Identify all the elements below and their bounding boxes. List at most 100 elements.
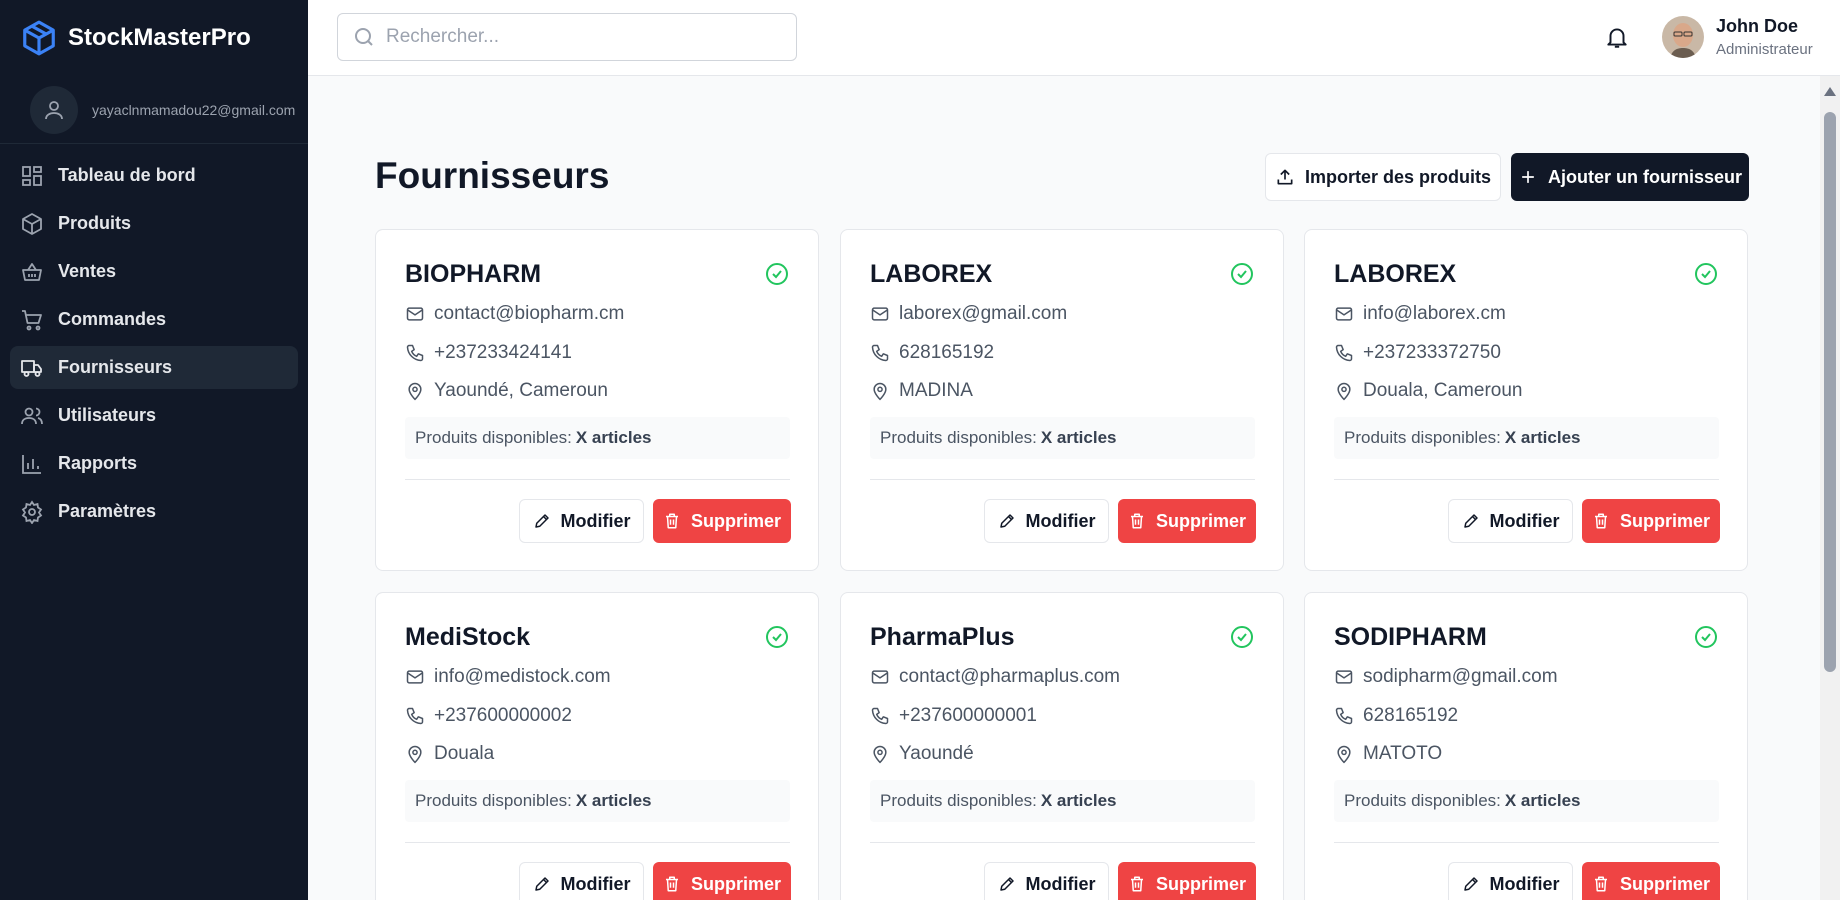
sidebar-item-products[interactable]: Produits [10,202,298,245]
delete-button[interactable]: Supprimer [653,499,791,543]
divider [1334,842,1719,843]
search-box[interactable] [337,13,797,61]
delete-label: Supprimer [690,510,782,531]
divider [870,842,1255,843]
add-supplier-button[interactable]: Ajouter un fournisseur [1511,153,1749,201]
delete-button[interactable]: Supprimer [653,862,791,900]
import-products-button[interactable]: Importer des produits [1265,153,1501,201]
basket-icon [22,262,42,281]
edit-button[interactable]: Modifier [1448,499,1573,543]
delete-label: Supprimer [1155,873,1247,894]
delete-button[interactable]: Supprimer [1118,499,1256,543]
stock-label: Produits disponibles: [415,791,572,810]
supplier-phone: +237233424141 [434,342,572,363]
mail-icon [1335,670,1353,684]
supplier-location: Douala [434,743,495,764]
edit-label: Modifier [560,510,631,531]
supplier-location: Douala, Cameroun [1363,380,1523,401]
stock-value: X articles [1504,428,1581,447]
supplier-card: PharmaPlus contact@pharmaplus.com +23760… [840,592,1284,900]
supplier-location-row: MATOTO [1334,743,1442,765]
bar-chart-icon [22,454,41,474]
user-role: Administrateur [1716,41,1813,58]
stock-label: Produits disponibles: [880,791,1037,810]
edit-button[interactable]: Modifier [519,499,644,543]
scroll-up-arrow[interactable] [1824,87,1836,96]
mail-icon [406,307,424,321]
check-circle-icon [1695,626,1717,648]
supplier-email-row: sodipharm@gmail.com [1334,666,1558,688]
sidebar-item-label: Rapports [58,453,138,473]
delete-button[interactable]: Supprimer [1582,862,1720,900]
stock-label: Produits disponibles: [880,428,1037,447]
sidebar-item-suppliers[interactable]: Fournisseurs [10,346,298,389]
sidebar-item-sales[interactable]: Ventes [10,250,298,293]
edit-button[interactable]: Modifier [1448,862,1573,900]
sidebar-user: yayaclnmamadou22@gmail.com [0,76,308,144]
stock-summary: Produits disponibles: X articles [405,417,790,459]
supplier-location-row: Yaoundé, Cameroun [405,380,608,402]
supplier-email-row: info@medistock.com [405,666,611,688]
stock-label: Produits disponibles: [415,428,572,447]
phone-icon [406,344,424,362]
sidebar-item-users[interactable]: Utilisateurs [10,394,298,437]
supplier-email-row: info@laborex.cm [1334,303,1506,325]
mail-icon [871,307,889,321]
delete-label: Supprimer [690,873,782,894]
edit-label: Modifier [1025,510,1096,531]
sidebar-item-orders[interactable]: Commandes [10,298,298,341]
edit-button[interactable]: Modifier [984,499,1109,543]
supplier-location: Yaoundé [899,743,974,764]
map-pin-icon [873,745,887,764]
sidebar-item-label: Fournisseurs [58,357,173,377]
supplier-phone-row: 628165192 [870,342,994,364]
supplier-name: SODIPHARM [1334,623,1487,651]
edit-button[interactable]: Modifier [984,862,1109,900]
delete-button[interactable]: Supprimer [1582,499,1720,543]
supplier-phone-row: +237600000001 [870,705,1037,727]
sidebar-item-label: Produits [58,213,132,233]
mail-icon [406,670,424,684]
add-label: Ajouter un fournisseur [1547,166,1742,187]
edit-button[interactable]: Modifier [519,862,644,900]
supplier-card: LABOREX info@laborex.cm +237233372750 Do… [1304,229,1748,571]
delete-button[interactable]: Supprimer [1118,862,1256,900]
map-pin-icon [408,745,422,764]
sidebar-item-label: Paramètres [58,501,157,521]
sidebar-item-reports[interactable]: Rapports [10,442,298,485]
sidebar-item-settings[interactable]: Paramètres [10,490,298,533]
bell-icon[interactable] [1604,24,1630,50]
sidebar: StockMasterPro yayaclnmamadou22@gmail.co… [0,0,308,900]
page-scrollbar[interactable] [1820,76,1840,900]
upload-icon [1277,169,1293,185]
supplier-location-row: Douala [405,743,494,765]
supplier-name: PharmaPlus [870,623,1015,651]
supplier-location: Yaoundé, Cameroun [434,380,608,401]
trash-icon [665,513,678,529]
supplier-email: info@medistock.com [434,666,611,687]
stock-value: X articles [1040,428,1117,447]
check-circle-icon [766,263,788,285]
sidebar-item-dashboard[interactable]: Tableau de bord [10,154,298,197]
supplier-card: SODIPHARM sodipharm@gmail.com 628165192 … [1304,592,1748,900]
trash-icon [1594,513,1607,529]
user-name: John Doe [1716,16,1799,36]
edit-label: Modifier [1489,510,1560,531]
brand[interactable]: StockMasterPro [0,0,308,76]
supplier-email: contact@pharmaplus.com [899,666,1120,687]
check-circle-icon [1231,626,1253,648]
divider [870,479,1255,480]
phone-icon [871,707,889,725]
user-profile[interactable]: John Doe Administrateur [1662,16,1813,58]
scroll-thumb[interactable] [1824,112,1836,672]
search-icon [355,28,373,46]
trash-icon [1594,876,1607,892]
supplier-phone: +237600000002 [434,705,572,726]
supplier-location: MATOTO [1363,743,1443,764]
avatar [1662,16,1704,58]
supplier-location-row: Yaoundé [870,743,974,765]
delete-label: Supprimer [1619,510,1711,531]
check-circle-icon [766,626,788,648]
divider [1334,479,1719,480]
search-input[interactable] [386,26,786,48]
